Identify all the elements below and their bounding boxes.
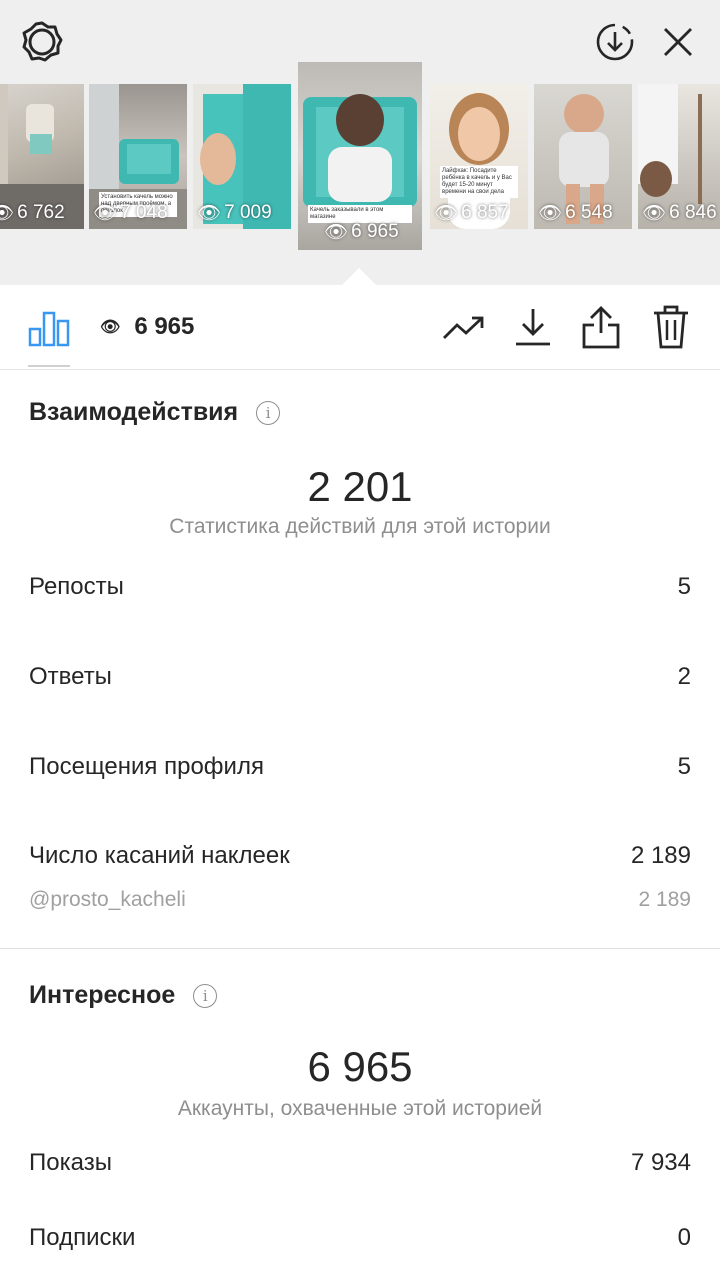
story-thumbnail[interactable]: Установить качель можно над дверным проё…: [89, 84, 187, 229]
discovery-total: 6 965: [307, 1043, 413, 1090]
info-icon[interactable]: i: [256, 400, 281, 425]
story-view-count: 👁 7 009: [197, 202, 272, 224]
eye-icon: 👁: [100, 319, 121, 336]
story-view-count: 👁 6 762: [0, 201, 65, 225]
download-icon[interactable]: [514, 307, 552, 347]
story-view-count: 👁 6 857: [434, 202, 509, 224]
story-thumbnail-strip: 👁 6 762 Установить качель можно над двер…: [0, 62, 720, 252]
story-thumbnail[interactable]: 👁 6 846: [638, 84, 720, 229]
trash-icon[interactable]: [652, 305, 690, 349]
info-icon[interactable]: i: [193, 983, 218, 1008]
interactions-subtitle: Статистика действий для этой истории: [169, 515, 551, 538]
eye-icon: 👁: [93, 203, 118, 224]
story-caption: Лайфхак: Посадите ребёнка в качель и у В…: [440, 166, 518, 198]
stat-row-replies: Ответы 2: [29, 663, 691, 690]
eye-icon: 👁: [434, 203, 459, 224]
story-view-total: 👁 6 965: [100, 313, 195, 340]
story-view-count: 👁 6 548: [538, 202, 613, 224]
eye-icon: 👁: [324, 222, 349, 243]
eye-icon: 👁: [197, 203, 222, 224]
stat-row-profile-visits: Посещения профиля 5: [29, 753, 691, 780]
section-divider: [0, 948, 720, 949]
interactions-title: Взаимодействия i: [29, 398, 281, 427]
selected-story-pointer: [342, 268, 376, 285]
discovery-title: Интересное i: [29, 981, 218, 1010]
story-thumbnail[interactable]: Лайфхак: Посадите ребёнка в качель и у В…: [430, 84, 528, 229]
story-thumbnail[interactable]: 👁 6 762: [0, 84, 84, 229]
story-archive-header: 👁 6 762 Установить качель можно над двер…: [0, 0, 720, 285]
chart-icon[interactable]: [28, 309, 70, 347]
story-toolbar: 👁 6 965: [0, 285, 720, 370]
story-view-count: 👁 7 048: [93, 202, 168, 224]
story-view-count: 👁 6 965: [324, 221, 399, 243]
close-icon[interactable]: [662, 26, 694, 58]
story-view-count: 👁 6 846: [642, 202, 717, 224]
stat-row-follows: Подписки 0: [29, 1224, 691, 1251]
stat-row-impressions: Показы 7 934: [29, 1149, 691, 1176]
download-circle-icon[interactable]: [595, 22, 635, 62]
eye-icon: 👁: [0, 203, 15, 224]
stat-row-sticker-taps: Число касаний наклеек 2 189: [29, 842, 691, 869]
story-thumbnail[interactable]: 👁 6 548: [534, 84, 632, 229]
eye-icon: 👁: [642, 203, 667, 224]
tab-underline: [28, 365, 70, 367]
eye-icon: 👁: [538, 203, 563, 224]
story-thumbnail[interactable]: 👁 7 009: [193, 84, 291, 229]
interactions-total: 2 201: [307, 463, 413, 510]
share-icon[interactable]: [582, 305, 620, 349]
trending-icon[interactable]: [442, 314, 486, 342]
stat-row-reposts: Репосты 5: [29, 573, 691, 600]
settings-icon[interactable]: [21, 21, 63, 63]
stat-row-sticker-account: @prosto_kacheli 2 189: [29, 888, 691, 911]
story-thumbnail-selected[interactable]: Качель заказывали в этом магазине 👁 6 96…: [298, 62, 422, 250]
discovery-subtitle: Аккаунты, охваченные этой историей: [177, 1097, 543, 1120]
